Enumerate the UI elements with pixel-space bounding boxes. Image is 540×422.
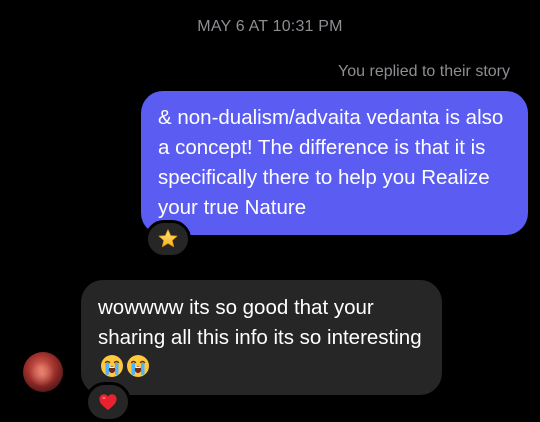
heart-icon [99, 394, 117, 411]
avatar[interactable] [23, 352, 63, 392]
story-reply-note[interactable]: You replied to their story [338, 63, 510, 81]
loudly-crying-face-icon [101, 355, 123, 377]
avatar-photo [29, 362, 55, 386]
incoming-reaction-badge[interactable] [85, 382, 131, 422]
timestamp: MAY 6 AT 10:31 PM [197, 18, 343, 35]
outgoing-reaction-badge[interactable] [145, 220, 191, 258]
incoming-message-bubble[interactable]: wowwww its so good that your sharing all… [81, 280, 442, 395]
star-icon [158, 229, 178, 248]
outgoing-message-text: & non-dualism/advaita vedanta is also a … [158, 106, 504, 219]
incoming-message-text: wowwww its so good that your sharing all… [98, 296, 422, 349]
loudly-crying-face-icon [127, 355, 149, 377]
outgoing-message-bubble[interactable]: & non-dualism/advaita vedanta is also a … [141, 91, 528, 235]
